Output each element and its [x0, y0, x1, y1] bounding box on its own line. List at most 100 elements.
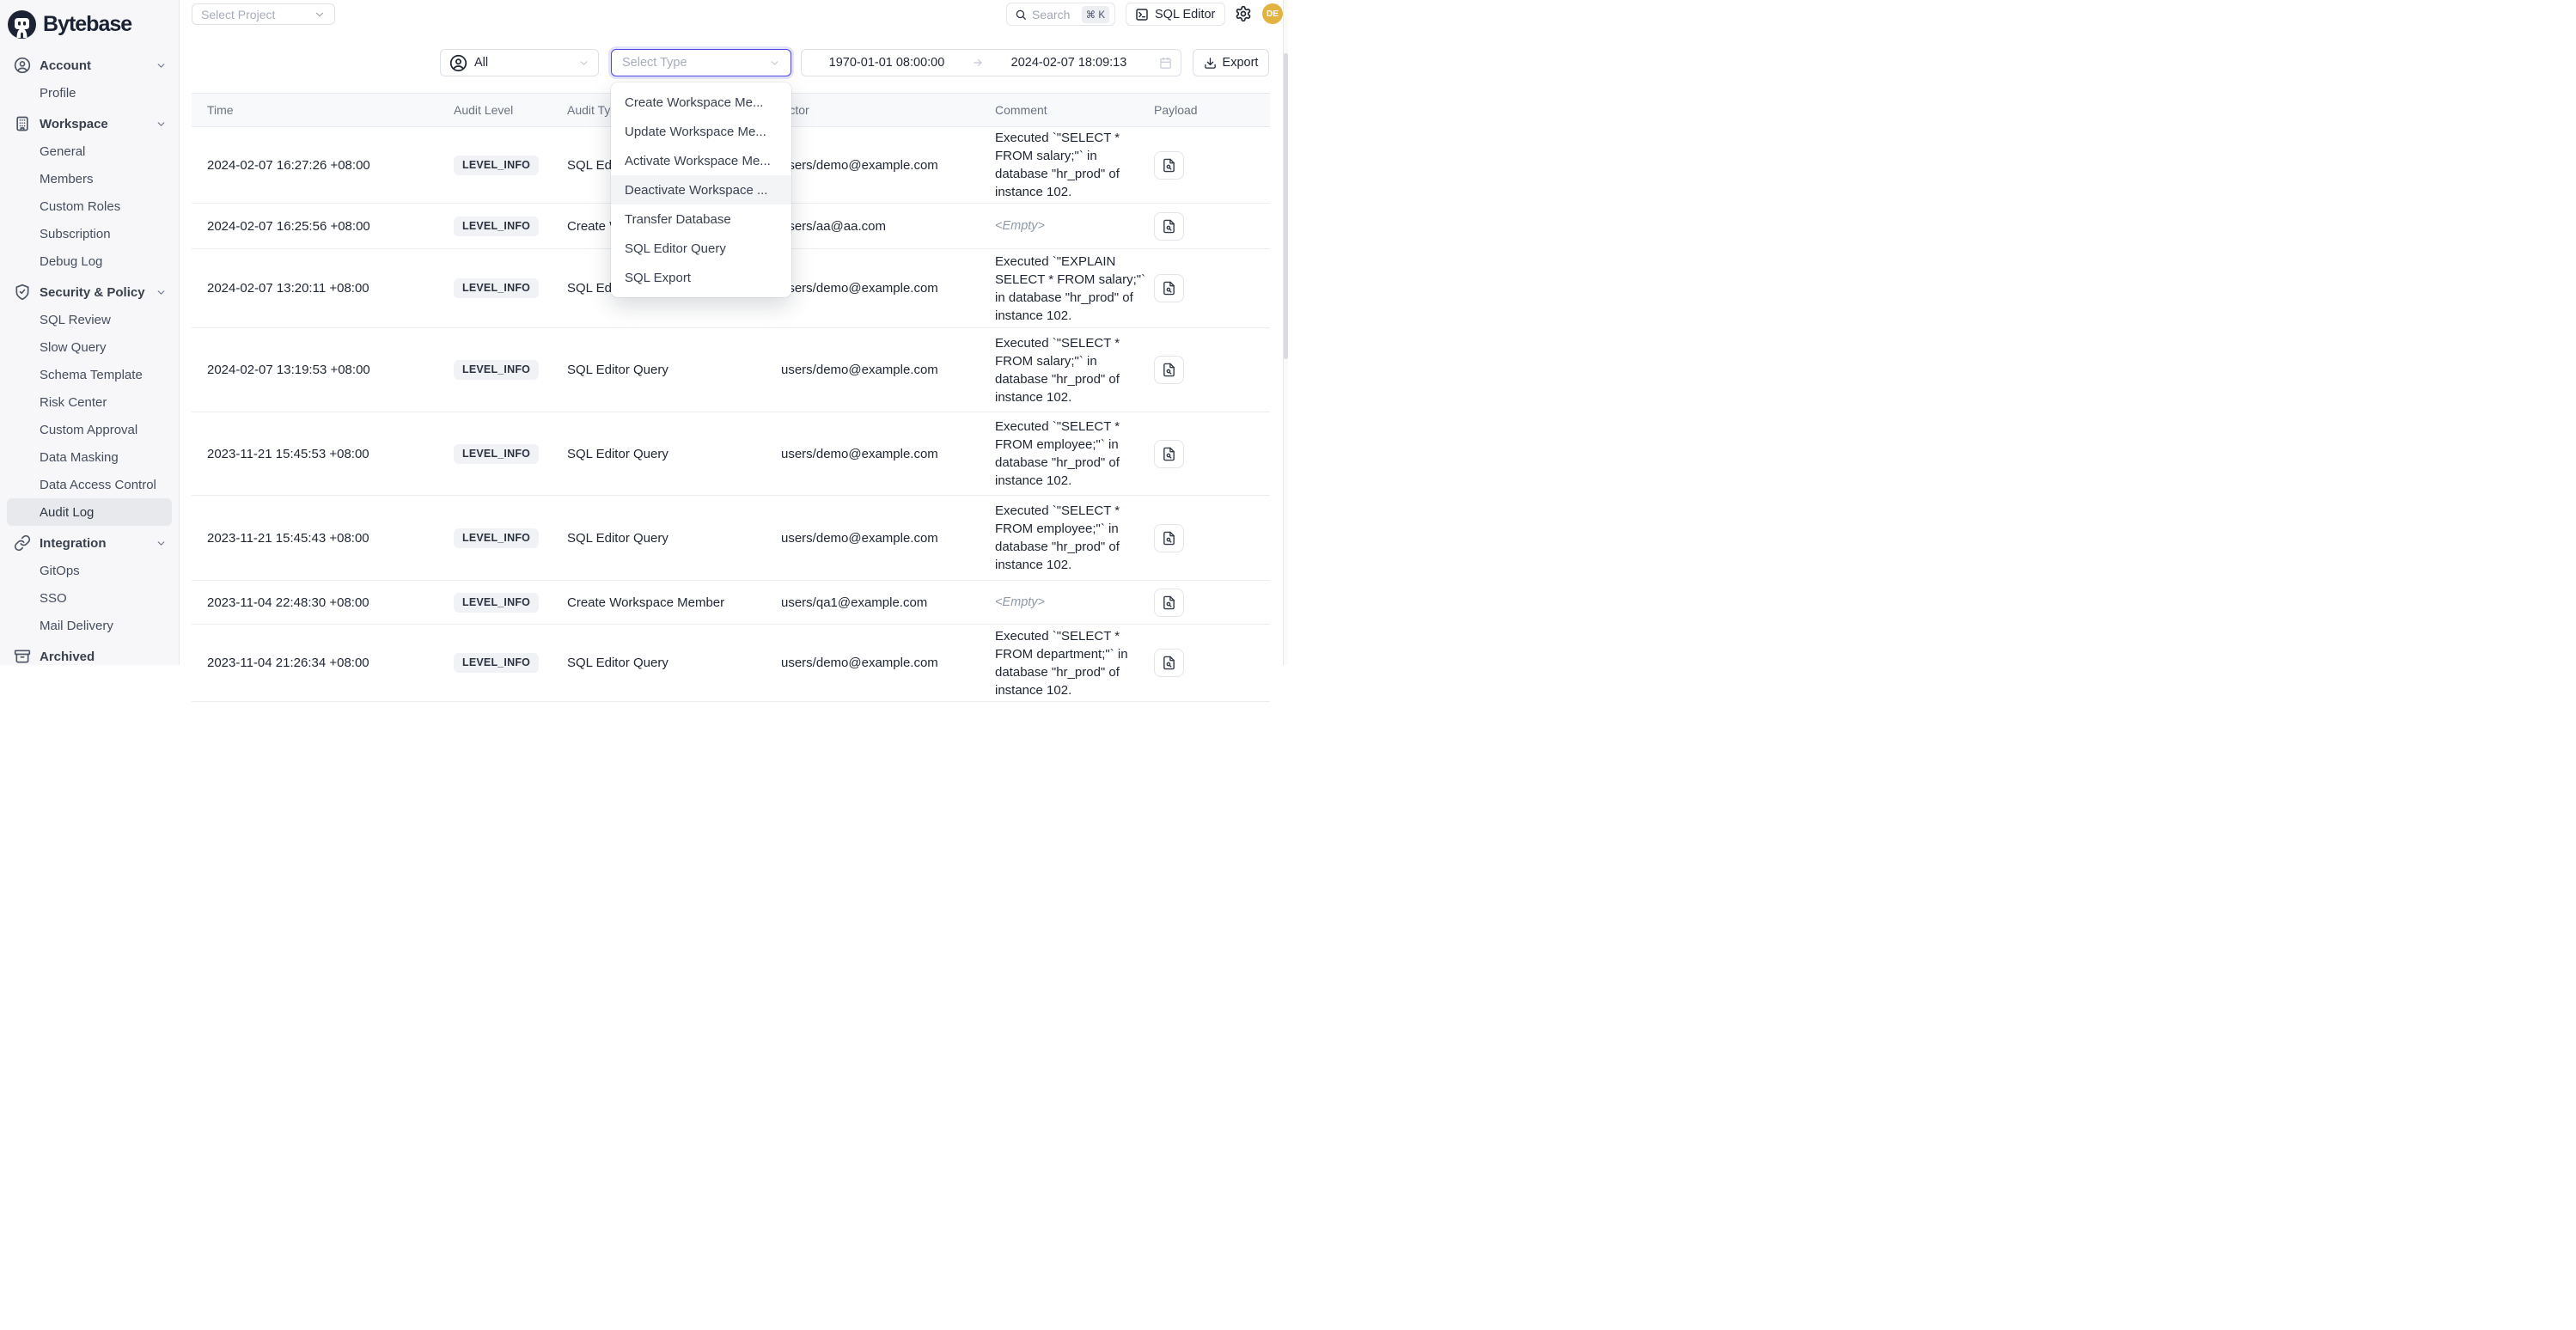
search-input[interactable]: [1032, 8, 1077, 21]
sidebar-section-security-policy[interactable]: Security & Policy: [0, 278, 179, 306]
sidebar-item-profile[interactable]: Profile: [0, 79, 179, 107]
page-scrollbar[interactable]: [1283, 0, 1288, 665]
sidebar-item-label: Mail Delivery: [40, 619, 113, 633]
sidebar-item-schema-template[interactable]: Schema Template: [0, 361, 179, 388]
brand-logo[interactable]: Bytebase: [0, 0, 179, 41]
payload-button[interactable]: [1154, 649, 1184, 677]
audit-level-badge: LEVEL_INFO: [454, 653, 539, 673]
date-range-start[interactable]: 1970-01-01 08:00:00: [802, 56, 972, 70]
cell-audit-type: SQL Editor Query: [567, 363, 765, 377]
scrollbar-thumb[interactable]: [1284, 53, 1288, 359]
building-icon: [14, 115, 31, 132]
menu-item-sql-editor-query[interactable]: SQL Editor Query: [611, 234, 791, 263]
export-button[interactable]: Export: [1193, 49, 1269, 76]
cell-time: 2023-11-04 21:26:34 +08:00: [192, 656, 454, 670]
payload-button[interactable]: [1154, 356, 1184, 384]
user-circle-icon: [449, 54, 467, 72]
menu-item-transfer-database[interactable]: Transfer Database: [611, 204, 791, 234]
sidebar-item-general[interactable]: General: [0, 137, 179, 165]
sidebar-item-label: Profile: [40, 86, 76, 101]
sidebar-item-risk-center[interactable]: Risk Center: [0, 388, 179, 416]
date-range-end[interactable]: 2024-02-07 18:09:13: [984, 56, 1154, 70]
link-icon: [14, 534, 31, 552]
cell-comment: <Empty>: [995, 594, 1154, 612]
audit-level-badge: LEVEL_INFO: [454, 360, 539, 380]
sidebar-item-debug-log[interactable]: Debug Log: [0, 247, 179, 275]
sidebar-section-integration[interactable]: Integration: [0, 529, 179, 557]
sidebar-item-label: Data Access Control: [40, 478, 156, 492]
global-search[interactable]: ⌘ K: [1006, 3, 1115, 26]
sidebar-item-label: Subscription: [40, 227, 111, 241]
sidebar-item-subscription[interactable]: Subscription: [0, 220, 179, 247]
sidebar-section-account[interactable]: Account: [0, 52, 179, 79]
sidebar-item-label: SQL Review: [40, 313, 111, 327]
cell-audit-type: SQL Editor Query: [567, 531, 765, 546]
sidebar-item-custom-roles[interactable]: Custom Roles: [0, 192, 179, 220]
actor-filter-select[interactable]: All: [440, 49, 599, 76]
sidebar-item-label: General: [40, 144, 85, 159]
sidebar-item-audit-log[interactable]: Audit Log: [7, 498, 172, 526]
search-icon: [1015, 9, 1027, 21]
sidebar-section-workspace[interactable]: Workspace: [0, 110, 179, 137]
sidebar-item-label: Archived: [40, 650, 95, 664]
cell-actor: users/demo@example.com: [765, 363, 995, 377]
actor-filter-value: All: [474, 56, 488, 70]
sidebar-item-data-masking[interactable]: Data Masking: [0, 443, 179, 471]
terminal-square-icon: [1135, 8, 1149, 21]
sidebar-item-mail-delivery[interactable]: Mail Delivery: [0, 612, 179, 639]
sidebar-item-label: Data Masking: [40, 450, 119, 465]
cell-time: 2024-02-07 13:20:11 +08:00: [192, 281, 454, 296]
cell-actor: users/demo@example.com: [765, 656, 995, 670]
sidebar-item-label: Debug Log: [40, 254, 102, 269]
menu-item-activate-workspace-member[interactable]: Activate Workspace Me...: [611, 146, 791, 175]
sidebar-item-sso[interactable]: SSO: [0, 584, 179, 612]
sidebar-item-label: SSO: [40, 591, 67, 606]
chevron-down-icon: [578, 58, 589, 69]
sidebar-item-gitops[interactable]: GitOps: [0, 557, 179, 584]
settings-gear-icon[interactable]: [1235, 5, 1252, 22]
payload-button[interactable]: [1154, 440, 1184, 468]
project-select[interactable]: Select Project: [192, 3, 335, 25]
menu-item-sql-export[interactable]: SQL Export: [611, 263, 791, 292]
menu-item-create-workspace-member[interactable]: Create Workspace Me...: [611, 88, 791, 117]
payload-button[interactable]: [1154, 151, 1184, 180]
payload-button[interactable]: [1154, 274, 1184, 302]
cell-time: 2023-11-21 15:45:53 +08:00: [192, 447, 454, 461]
cell-comment: <Empty>: [995, 217, 1154, 235]
menu-item-deactivate-workspace-member[interactable]: Deactivate Workspace ...: [611, 175, 791, 204]
payload-button[interactable]: [1154, 589, 1184, 617]
sidebar-item-data-access-control[interactable]: Data Access Control: [0, 471, 179, 498]
arrow-right-icon: [972, 57, 984, 69]
sidebar-item-label: Members: [40, 172, 94, 186]
type-filter-dropdown: Create Workspace Me... Update Workspace …: [611, 82, 791, 297]
sidebar-section-label: Integration: [40, 536, 107, 551]
chevron-down-icon: [314, 9, 326, 21]
date-range-picker[interactable]: 1970-01-01 08:00:00 2024-02-07 18:09:13: [801, 49, 1181, 76]
chevron-down-icon: [156, 119, 167, 130]
audit-level-badge: LEVEL_INFO: [454, 156, 539, 175]
cell-time: 2024-02-07 16:27:26 +08:00: [192, 158, 454, 173]
type-filter-select[interactable]: Select Type: [611, 49, 791, 76]
cell-comment: Executed `"SELECT * FROM department;"` i…: [995, 627, 1154, 699]
cell-audit-type: Create Workspace Member: [567, 595, 765, 610]
table-row: 2023-11-21 15:45:43 +08:00 LEVEL_INFO SQ…: [192, 496, 1270, 581]
sidebar-item-custom-approval[interactable]: Custom Approval: [0, 416, 179, 443]
menu-item-update-workspace-member[interactable]: Update Workspace Me...: [611, 117, 791, 146]
table-row: 2023-11-04 21:26:34 +08:00 LEVEL_INFO SQ…: [192, 625, 1270, 702]
sql-editor-button[interactable]: SQL Editor: [1126, 3, 1225, 26]
sidebar-item-members[interactable]: Members: [0, 165, 179, 192]
payload-button[interactable]: [1154, 524, 1184, 552]
payload-button[interactable]: [1154, 212, 1184, 241]
sidebar-item-label: Risk Center: [40, 395, 107, 410]
sidebar-item-label: Audit Log: [40, 505, 94, 520]
cell-time: 2024-02-07 16:25:56 +08:00: [192, 219, 454, 234]
column-header-actor: Actor: [765, 103, 995, 117]
sidebar-item-archived[interactable]: Archived: [0, 643, 179, 670]
table-row: 2023-11-04 22:48:30 +08:00 LEVEL_INFO Cr…: [192, 581, 1270, 625]
user-avatar[interactable]: DE: [1262, 3, 1283, 24]
sidebar-item-slow-query[interactable]: Slow Query: [0, 333, 179, 361]
chevron-down-icon: [156, 287, 167, 298]
column-header-time: Time: [192, 103, 454, 117]
cell-time: 2023-11-04 22:48:30 +08:00: [192, 595, 454, 610]
sidebar-item-sql-review[interactable]: SQL Review: [0, 306, 179, 333]
